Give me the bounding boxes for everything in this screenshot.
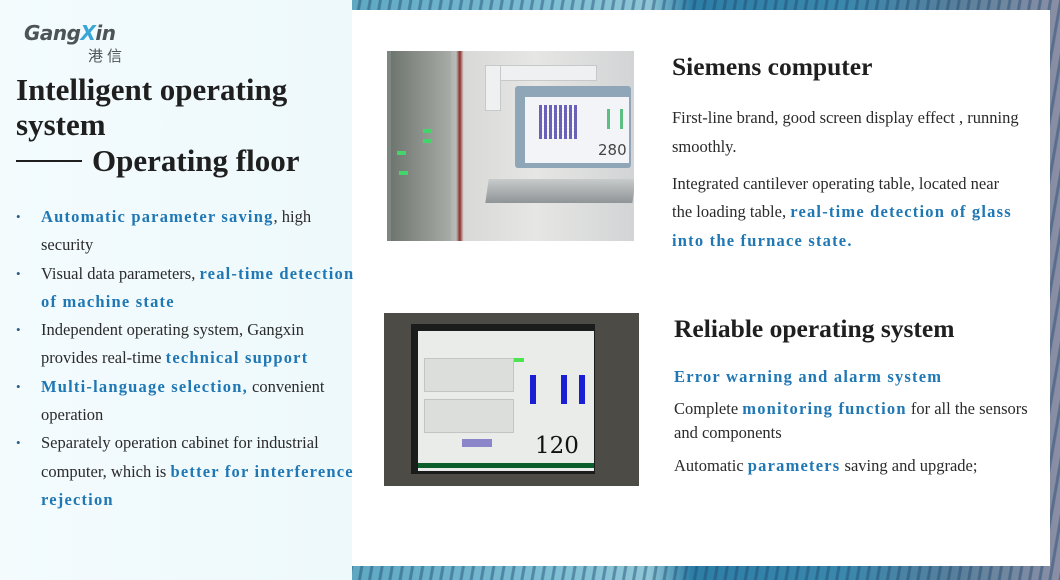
highlight-text: technical support xyxy=(165,348,309,368)
feature-list-item: Separately operation cabinet for industr… xyxy=(14,429,359,514)
screen-chart xyxy=(424,358,514,392)
feature-list-item: Independent operating system, Gangxin pr… xyxy=(14,316,359,373)
feature-list-item: Automatic parameter saving, high securit… xyxy=(14,203,359,260)
gangxin-logo: GangXin 港信 xyxy=(24,21,134,65)
monitoring-description: Complete monitoring function for all the… xyxy=(674,399,1028,442)
cantilever-description: Integrated cantilever operating table, l… xyxy=(672,174,1012,250)
siemens-description: First-line brand, good screen display ef… xyxy=(672,108,1019,156)
indicator-light xyxy=(423,129,432,133)
parameters-description: Automatic parameters saving and upgrade; xyxy=(674,456,978,475)
section-heading-siemens: Siemens computer xyxy=(672,52,873,81)
logo-chinese: 港信 xyxy=(88,47,127,65)
alarm-system-line: Error warning and alarm system xyxy=(674,367,943,386)
logo-wordmark: GangXin xyxy=(24,21,116,45)
siemens-computer-photo: 280 xyxy=(387,51,634,241)
indicator-light xyxy=(423,139,432,143)
indicator-light xyxy=(399,171,408,175)
cantilever-arm xyxy=(485,65,597,81)
control-cabinet xyxy=(391,51,451,241)
highlight-text: Multi-language selection, xyxy=(41,376,248,396)
section-heading-reliable: Reliable operating system xyxy=(674,314,955,343)
level-gauge xyxy=(579,375,585,404)
cantilever-arm-joint xyxy=(485,65,501,111)
feature-list: Automatic parameter saving, high securit… xyxy=(14,203,359,514)
feature-list-item: Multi-language selection, convenient ope… xyxy=(14,373,359,430)
highlight-text: Automatic parameter saving xyxy=(41,207,274,226)
status-indicator xyxy=(514,358,524,362)
body-text: Visual data parameters, xyxy=(41,263,200,283)
screen-value: 280 xyxy=(598,141,627,159)
glass-indicator xyxy=(462,439,492,447)
page-subtitle: Operating floor xyxy=(16,143,300,179)
indicator-light xyxy=(397,151,406,155)
dash-divider xyxy=(16,159,82,162)
screen-status-bar xyxy=(418,463,594,468)
screen-chart xyxy=(424,399,514,433)
screen-value: 120 xyxy=(535,433,579,459)
screen-bar xyxy=(607,109,610,129)
page-title: Intelligent operating system xyxy=(16,72,288,142)
level-gauge xyxy=(530,375,536,404)
screen-bar xyxy=(620,109,623,129)
screen-grid xyxy=(539,105,577,139)
operating-system-photo: 120 xyxy=(384,313,639,486)
keyboard-tray xyxy=(485,179,634,203)
feature-list-item: Visual data parameters, real-time detect… xyxy=(14,260,359,317)
level-gauge xyxy=(561,375,567,404)
